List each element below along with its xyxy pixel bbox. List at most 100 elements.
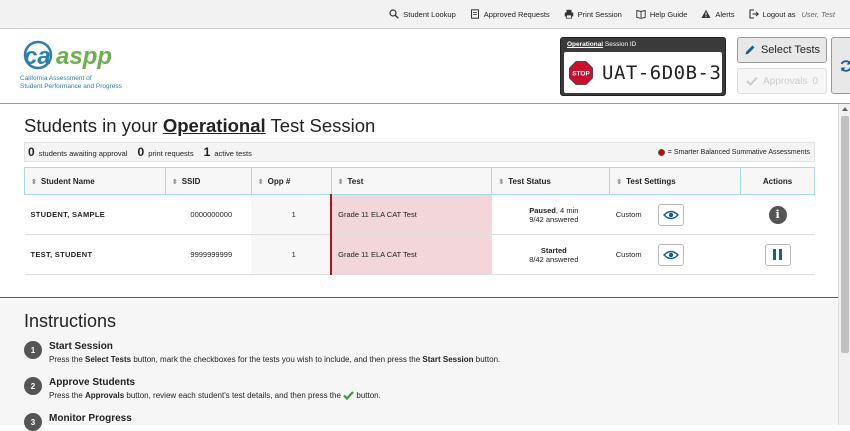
logout-link[interactable]: Logout as User, Test — [742, 0, 842, 29]
printer-icon — [564, 9, 573, 19]
session-label-rest: Session ID — [603, 41, 637, 48]
table-row: STUDENT, SAMPLE 0000000000 1 Grade 11 EL… — [24, 194, 815, 235]
test-settings-cell: Custom — [609, 194, 741, 235]
session-id-display: STOP UAT-6D0B-3 — [564, 52, 722, 93]
step-title: Approve Students — [49, 377, 136, 388]
step-number: 1 — [24, 341, 42, 359]
logout-label: Logout as — [762, 9, 796, 19]
count-active-tests: 1 active tests — [204, 145, 252, 159]
approved-requests-label: Approved Requests — [483, 9, 550, 19]
col-test-label: Test — [347, 176, 364, 186]
book-icon — [636, 9, 646, 19]
sort-icon: ⬍ — [171, 178, 178, 186]
status-answered: 9/42 answered — [529, 214, 579, 224]
ssid-cell: 0000000000 — [165, 194, 252, 235]
col-test-status[interactable]: ⬍ Test Status — [491, 167, 611, 195]
col-opp-label: Opp # — [267, 176, 291, 186]
checkmark-icon — [746, 76, 758, 86]
pause-test-button[interactable] — [764, 243, 791, 266]
count-active-num: 1 — [203, 145, 211, 159]
test-status-cell: Paused, 4 min 9/42 answered — [491, 194, 610, 235]
table-row: TEST, STUDENT 9999999999 1 Grade 11 ELA … — [24, 234, 815, 275]
session-students-section: Students in your Operational Test Sessio… — [0, 104, 838, 298]
session-id: UAT-6D0B-3 — [602, 61, 722, 84]
count-print-label: print requests — [148, 149, 194, 158]
status-answered: 8/42 answered — [529, 254, 579, 264]
refresh-button[interactable] — [831, 37, 850, 94]
settings-label: Custom — [615, 249, 642, 259]
alerts-link[interactable]: Alerts — [694, 0, 741, 29]
step-text: button, mark the checkboxes for the test… — [131, 355, 423, 364]
students-table: ⬍ Student Name ⬍ SSID ⬍ Opp # ⬍ Test ⬍ Test S… — [24, 167, 815, 275]
step-number: 2 — [24, 377, 42, 395]
search-icon — [389, 9, 400, 19]
session-label: Operational Session ID — [567, 41, 636, 48]
scroll-thumb[interactable] — [841, 116, 849, 353]
col-test-status-label: Test Status — [508, 176, 551, 186]
title-bold: Operational — [162, 115, 266, 136]
instructions-section: Instructions 1 Start Session Press the S… — [0, 299, 838, 431]
print-session-label: Print Session — [577, 9, 622, 19]
step-number: 3 — [24, 413, 42, 431]
logout-icon — [748, 9, 759, 19]
col-test-settings[interactable]: ⬍ Test Settings — [609, 167, 742, 195]
col-student-name[interactable]: ⬍ Student Name — [24, 167, 166, 195]
approved-requests-link[interactable]: Approved Requests — [463, 0, 557, 29]
print-session-link[interactable]: Print Session — [557, 0, 629, 29]
session-id-box: Operational Session ID STOP UAT-6D0B-3 — [560, 37, 726, 96]
col-ssid[interactable]: ⬍ SSID — [164, 167, 252, 195]
pause-icon — [779, 249, 783, 260]
vertical-scrollbar[interactable] — [838, 104, 850, 425]
opp-cell: 1 — [251, 234, 332, 275]
select-tests-label: Select Tests — [760, 44, 821, 56]
sort-icon: ⬍ — [257, 178, 264, 186]
title-post: Test Session — [265, 115, 376, 136]
stop-session-icon[interactable]: STOP — [569, 60, 593, 85]
status-bold: Paused — [529, 205, 556, 215]
approvals-label: Approvals — [762, 75, 808, 87]
help-guide-label: Help Guide — [649, 9, 688, 19]
count-awaiting-num: 0 — [28, 145, 35, 159]
help-guide-link[interactable]: Help Guide — [629, 0, 695, 29]
logo-line1: California Assessment of — [20, 75, 92, 82]
info-icon[interactable]: i — [768, 205, 787, 224]
session-label-bold: Operational — [567, 41, 604, 48]
actions-cell: i — [740, 194, 815, 235]
opp-cell: 1 — [251, 194, 332, 235]
step-title: Start Session — [49, 341, 113, 352]
student-lookup-link[interactable]: Student Lookup — [382, 0, 463, 29]
count-print-requests: 0 print requests — [138, 145, 194, 159]
table-header-row: ⬍ Student Name ⬍ SSID ⬍ Opp # ⬍ Test ⬍ Test S… — [24, 167, 815, 195]
pencil-icon — [745, 45, 755, 55]
status-bold: Started — [540, 245, 567, 255]
logo-tagline: California Assessment of Student Perform… — [20, 75, 122, 90]
col-test[interactable]: ⬍ Test — [330, 167, 493, 195]
col-student-name-label: Student Name — [40, 176, 95, 186]
student-name-cell: STUDENT, SAMPLE — [24, 194, 166, 235]
ssid-cell: 9999999999 — [165, 234, 252, 275]
sort-icon: ⬍ — [337, 178, 344, 186]
select-tests-button[interactable]: Select Tests — [737, 37, 827, 63]
step-description: Press the Approvals button, review each … — [49, 391, 381, 401]
instruction-step: 2 Approve Students Press the Approvals b… — [24, 377, 381, 401]
step-bold: Select Tests — [85, 355, 132, 364]
view-settings-button[interactable] — [657, 203, 684, 226]
document-icon — [470, 9, 479, 19]
view-settings-button[interactable] — [657, 243, 684, 266]
legend-dot-icon — [657, 149, 665, 156]
instruction-step: 3 Monitor Progress — [24, 413, 132, 431]
approvals-button[interactable]: Approvals 0 — [737, 68, 827, 94]
user-name: User, Test — [801, 9, 836, 19]
step-text: Press the — [49, 355, 86, 364]
approvals-count: 0 — [812, 75, 819, 87]
col-actions-label: Actions — [762, 176, 793, 186]
col-actions: Actions — [740, 167, 815, 195]
test-status-cell: Started 8/42 answered — [491, 234, 610, 275]
alerts-label: Alerts — [715, 9, 735, 19]
sort-icon: ⬍ — [498, 178, 505, 186]
step-text: button, review each student's test detai… — [124, 391, 344, 400]
scroll-up-arrow-icon[interactable] — [842, 107, 848, 111]
sort-icon: ⬍ — [616, 178, 623, 186]
col-opp[interactable]: ⬍ Opp # — [250, 167, 332, 195]
session-counts-bar: 0 students awaiting approval 0 print reque… — [24, 142, 815, 162]
